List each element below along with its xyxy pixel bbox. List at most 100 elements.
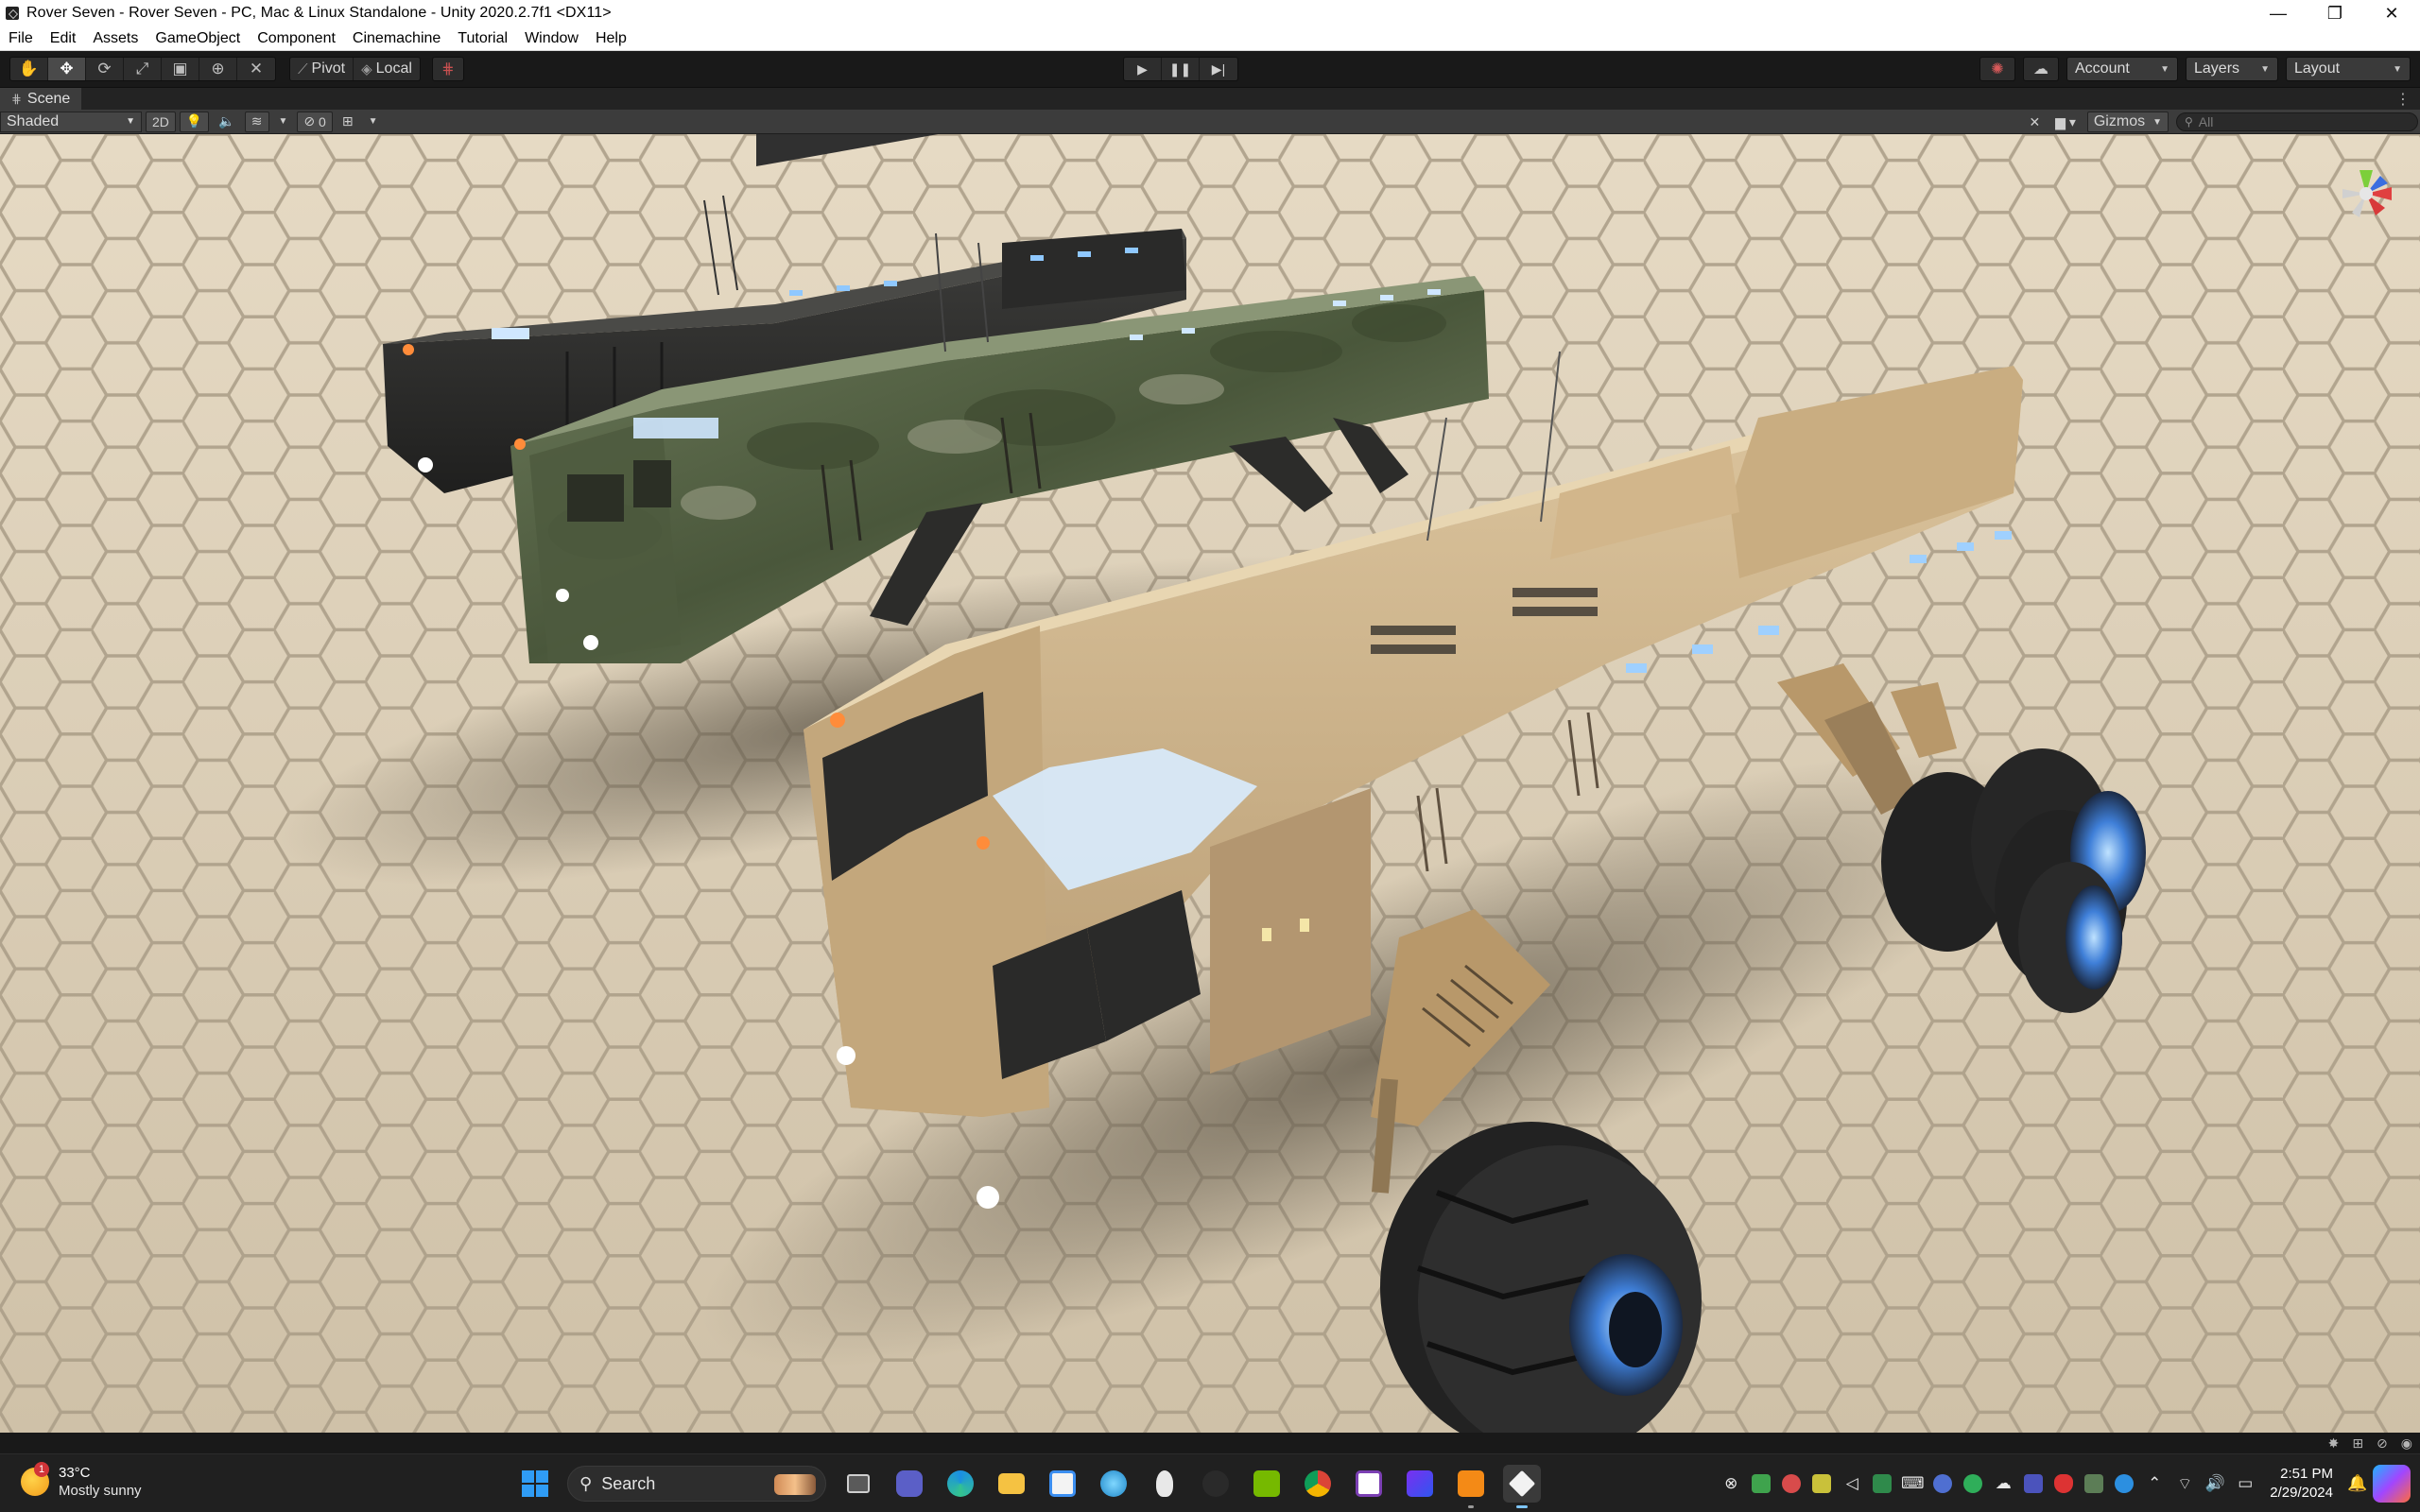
rect-tool-icon[interactable]: ▣ <box>162 58 199 80</box>
chevron-up-icon[interactable]: ⌃ <box>2139 1469 2169 1499</box>
shading-mode-dropdown[interactable]: Shaded ▼ <box>0 111 142 132</box>
transform-tool-icon[interactable]: ⊕ <box>199 58 237 80</box>
tools-icon[interactable]: ✕ <box>2023 112 2046 132</box>
alienware-icon[interactable] <box>1146 1465 1184 1503</box>
menu-edit[interactable]: Edit <box>42 30 85 47</box>
start-button[interactable] <box>516 1465 554 1503</box>
transform-tools: ✋ ✥ ⟳ ⤢ ▣ ⊕ ✕ <box>9 57 276 81</box>
security-shield-icon[interactable] <box>2048 1469 2079 1499</box>
pivot-icon: ⟋ <box>298 60 308 77</box>
close-button[interactable]: ✕ <box>2363 0 2420 26</box>
weather-temperature: 33°C <box>59 1465 91 1481</box>
autogen-icon[interactable]: ◉ <box>2401 1435 2412 1452</box>
tab-scene[interactable]: ⋕ Scene <box>0 87 82 111</box>
tray-app-red-icon[interactable] <box>1776 1469 1806 1499</box>
tray-app-green-icon[interactable] <box>1746 1469 1776 1499</box>
keyboard-icon[interactable]: ⌨ <box>1897 1469 1927 1499</box>
scene-visibility-toggle[interactable]: ⊘ 0 <box>297 111 333 132</box>
step-button[interactable]: ▶| <box>1200 58 1237 80</box>
notification-bell-icon[interactable]: 🔔 <box>2342 1469 2373 1499</box>
menu-tutorial[interactable]: Tutorial <box>449 30 516 47</box>
gizmos-dropdown[interactable]: Gizmos ▼ <box>2086 112 2169 132</box>
scene-search-input[interactable]: ⚲ All <box>2176 112 2418 131</box>
more-options-icon[interactable]: ⋮ <box>2395 90 2411 109</box>
scale-tool-icon[interactable]: ⤢ <box>124 58 162 80</box>
layout-dropdown[interactable]: Layout ▼ <box>2286 57 2411 81</box>
bug-icon[interactable]: ✸ <box>2328 1435 2340 1452</box>
photos-icon[interactable] <box>2079 1469 2109 1499</box>
menu-window[interactable]: Window <box>516 30 587 47</box>
cloud-icon[interactable]: ☁ <box>2023 57 2059 81</box>
battery-icon[interactable]: ▭ <box>2230 1469 2260 1499</box>
menu-gameobject[interactable]: GameObject <box>147 30 249 47</box>
clipchamp-icon[interactable] <box>1401 1465 1439 1503</box>
menu-component[interactable]: Component <box>249 30 344 47</box>
edge-browser-icon[interactable] <box>942 1465 979 1503</box>
volume-icon[interactable]: 🔊 <box>2200 1469 2230 1499</box>
tray-app-blue-icon[interactable] <box>1927 1469 1958 1499</box>
menu-file[interactable]: File <box>0 30 42 47</box>
search-icon: ⚲ <box>2185 115 2193 129</box>
lighting-icon[interactable]: 💡 <box>179 111 210 132</box>
move-tool-icon[interactable]: ✥ <box>48 58 86 80</box>
pause-button[interactable]: ❚❚ <box>1162 58 1200 80</box>
scene-tab-bar: ⋕ Scene ⋮ <box>0 87 2420 111</box>
hand-tool-icon[interactable]: ✋ <box>10 58 48 80</box>
restore-button[interactable]: ❐ <box>2307 0 2363 26</box>
weather-widget[interactable]: 1 33°C Mostly sunny <box>21 1462 142 1500</box>
minimize-button[interactable]: — <box>2250 0 2307 26</box>
copilot-icon[interactable] <box>2373 1465 2411 1503</box>
local-toggle[interactable]: ◈ Local <box>354 58 420 80</box>
orientation-gizmo[interactable] <box>2333 161 2399 227</box>
os-taskbar: 1 33°C Mostly sunny ⚲ Search ⊗ ◁ ⌨ ☁ ⌃ ⌔… <box>0 1453 2420 1512</box>
render-mode-icon[interactable]: ▆ ▾ <box>2049 112 2082 132</box>
chrome-browser-icon[interactable] <box>1299 1465 1337 1503</box>
maps-globe-icon[interactable] <box>1095 1465 1132 1503</box>
network-icon[interactable]: ⊞ <box>2352 1435 2363 1452</box>
effects-dropdown-icon[interactable]: ▼ <box>273 112 294 132</box>
visual-studio-icon[interactable]: ◁ <box>1837 1469 1867 1499</box>
layers-dropdown[interactable]: Layers ▼ <box>2186 57 2278 81</box>
tray-app-green2-icon[interactable] <box>1958 1469 1988 1499</box>
file-explorer-icon[interactable] <box>993 1465 1030 1503</box>
custom-tool-icon[interactable]: ✕ <box>237 58 275 80</box>
camera-settings-icon[interactable]: ⊞ <box>337 112 359 132</box>
onedrive-cloud-icon[interactable]: ☁ <box>1988 1469 2018 1499</box>
sublime-text-icon[interactable] <box>1452 1465 1490 1508</box>
taskbar-search[interactable]: ⚲ Search <box>567 1466 826 1502</box>
pivot-toggle[interactable]: ⟋ Pivot <box>290 58 354 80</box>
dark-app-icon[interactable] <box>1197 1465 1235 1503</box>
weather-sun-icon: 1 <box>21 1462 49 1496</box>
playmode-controls: ▶ ❚❚ ▶| <box>1123 57 1238 81</box>
menu-cinemachine[interactable]: Cinemachine <box>344 30 449 47</box>
effects-icon[interactable]: ≋ <box>244 111 269 132</box>
system-clock[interactable]: 2:51 PM 2/29/2024 <box>2270 1465 2333 1503</box>
defender-icon[interactable] <box>2109 1469 2139 1499</box>
grid-snap-icon[interactable]: ⋕ <box>431 57 464 81</box>
rotate-tool-icon[interactable]: ⟳ <box>86 58 124 80</box>
task-view-icon[interactable] <box>839 1465 877 1503</box>
scene-viewport[interactable] <box>0 134 2420 1433</box>
collab-icon[interactable]: ✺ <box>1979 57 2015 81</box>
menu-assets[interactable]: Assets <box>84 30 147 47</box>
clock-date: 2/29/2024 <box>2270 1485 2333 1501</box>
store-icon[interactable] <box>1044 1465 1081 1503</box>
capture-tool-icon[interactable] <box>1350 1465 1388 1503</box>
audio-icon[interactable]: 🔈 <box>213 112 240 132</box>
wifi-icon[interactable]: ⌔ <box>2169 1469 2200 1499</box>
editor-status-bar: ✸ ⊞ ⊘ ◉ <box>0 1433 2420 1453</box>
tray-app-yellow-icon[interactable] <box>1806 1469 1837 1499</box>
play-button[interactable]: ▶ <box>1124 58 1162 80</box>
progress-icon[interactable]: ⊘ <box>2377 1435 2388 1452</box>
unity-logo-icon <box>6 7 19 20</box>
teams-chat-icon[interactable] <box>890 1465 928 1503</box>
unity-editor-icon[interactable] <box>1503 1465 1541 1508</box>
nvidia-icon[interactable] <box>1248 1465 1286 1503</box>
teams-tray-icon[interactable] <box>2018 1469 2048 1499</box>
account-dropdown[interactable]: Account ▼ <box>2066 57 2178 81</box>
camera-dropdown-icon[interactable]: ▼ <box>363 112 384 132</box>
tray-app-calendar-icon[interactable] <box>1867 1469 1897 1499</box>
xbox-icon[interactable]: ⊗ <box>1716 1469 1746 1499</box>
2d-toggle[interactable]: 2D <box>146 111 176 132</box>
menu-help[interactable]: Help <box>587 30 635 47</box>
